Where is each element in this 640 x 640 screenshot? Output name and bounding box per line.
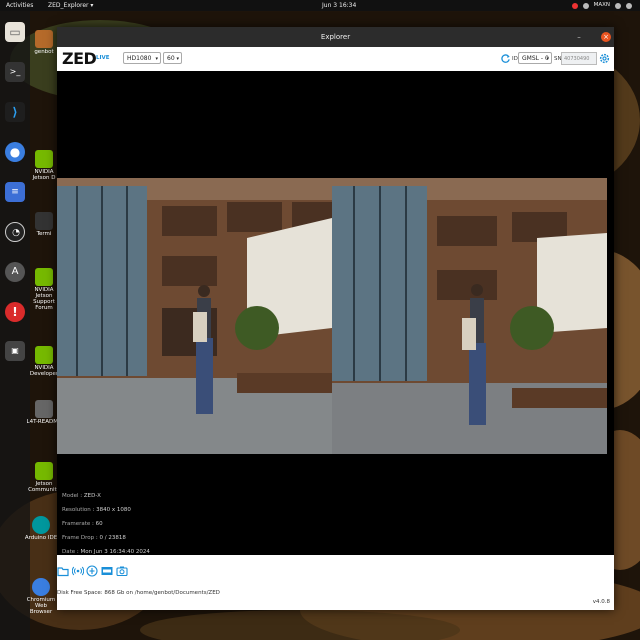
refresh-icon[interactable] xyxy=(500,53,511,64)
network-icon[interactable] xyxy=(582,2,589,9)
power-mode-label[interactable]: MAXN xyxy=(594,0,610,11)
window-title: Explorer xyxy=(320,33,351,41)
files-icon[interactable]: ▭ xyxy=(5,22,25,42)
id-label: ID xyxy=(512,56,518,62)
terminal-icon xyxy=(35,212,53,230)
app-menu[interactable]: ZED_Explorer ▾ xyxy=(48,0,93,11)
desktop-icon-arduino[interactable]: Arduino IDE xyxy=(23,516,59,541)
arduino-icon xyxy=(32,516,50,534)
desktop-icon-chromium[interactable]: Chromium Web Browser xyxy=(23,578,59,615)
chromium-icon[interactable]: ● xyxy=(5,142,25,162)
toolbar: ZED LIVE HD1080 ▾ 60 ▾ ID GMSL - 0 ▾ SN 407… xyxy=(57,47,614,72)
serial-number-field[interactable]: 40730490 xyxy=(561,52,597,65)
left-camera-view xyxy=(57,178,332,454)
camera-id-select[interactable]: GMSL - 0 ▾ xyxy=(518,52,552,64)
activities-button[interactable]: Activities xyxy=(6,0,33,11)
help-icon[interactable]: ! xyxy=(5,302,25,322)
folder-icon xyxy=(35,30,53,48)
disk-status: Disk Free Space: 868 Gb on /home/genbot/… xyxy=(57,590,220,596)
chevron-down-icon: ▾ xyxy=(155,56,158,62)
chevron-down-icon: ▾ xyxy=(176,56,179,62)
nvidia-icon xyxy=(35,150,53,168)
dock: ▭ >_ ⟩ ● ≡ ◔ A ! ▣ xyxy=(0,11,30,640)
nvidia-icon xyxy=(35,268,53,286)
stream-icon[interactable] xyxy=(86,565,98,577)
window-titlebar[interactable]: Explorer – × xyxy=(57,27,614,47)
resolution-select[interactable]: HD1080 ▾ xyxy=(123,52,161,64)
chevron-down-icon: ▾ xyxy=(546,56,549,62)
version-label: v4.0.8 xyxy=(592,599,610,605)
clock[interactable]: Jun 3 16:34 xyxy=(322,0,356,11)
drive-icon xyxy=(35,400,53,418)
vscode-icon[interactable]: ⟩ xyxy=(5,102,25,122)
info-frame-drop: Frame Drop : 0 / 23818 xyxy=(62,535,126,541)
text-editor-icon[interactable]: ≡ xyxy=(5,182,25,202)
live-label: LIVE xyxy=(96,55,110,61)
close-icon[interactable]: × xyxy=(601,32,611,42)
top-bar: Activities ZED_Explorer ▾ Jun 3 16:34 MA… xyxy=(0,0,640,11)
svo-record-icon[interactable] xyxy=(101,565,113,577)
nvidia-icon xyxy=(35,462,53,480)
right-camera-view xyxy=(332,178,607,454)
minimize-icon[interactable]: – xyxy=(574,32,584,42)
fps-select[interactable]: 60 ▾ xyxy=(163,52,182,64)
power-icon[interactable] xyxy=(626,2,632,9)
video-area[interactable]: Model : ZED-X Resolution : 3840 x 1080 F… xyxy=(57,71,614,555)
info-framerate: Framerate : 60 xyxy=(62,521,103,527)
explorer-window: Explorer – × ZED LIVE HD1080 ▾ 60 ▾ ID GMS… xyxy=(57,27,614,610)
wireless-icon[interactable] xyxy=(72,565,84,577)
software-icon[interactable]: A xyxy=(5,262,25,282)
folder-icon[interactable] xyxy=(57,565,69,577)
settings-icon[interactable] xyxy=(599,53,610,64)
zed-logo: ZED xyxy=(62,49,97,68)
system-tray[interactable]: MAXN xyxy=(571,0,632,11)
bottom-bar: Disk Free Space: 868 Gb on /home/genbot/… xyxy=(57,555,614,610)
running-app-icon[interactable]: ▣ xyxy=(5,341,25,361)
info-model: Model : ZED-X xyxy=(62,493,101,499)
info-resolution: Resolution : 3840 x 1080 xyxy=(62,507,131,513)
volume-icon[interactable] xyxy=(615,2,621,9)
nvidia-status-icon[interactable] xyxy=(571,2,578,9)
chromium-icon xyxy=(32,578,50,596)
screenshot-icon[interactable] xyxy=(116,565,128,577)
nvidia-icon xyxy=(35,346,53,364)
terminal-icon[interactable]: >_ xyxy=(5,62,25,82)
obs-icon[interactable]: ◔ xyxy=(5,222,25,242)
